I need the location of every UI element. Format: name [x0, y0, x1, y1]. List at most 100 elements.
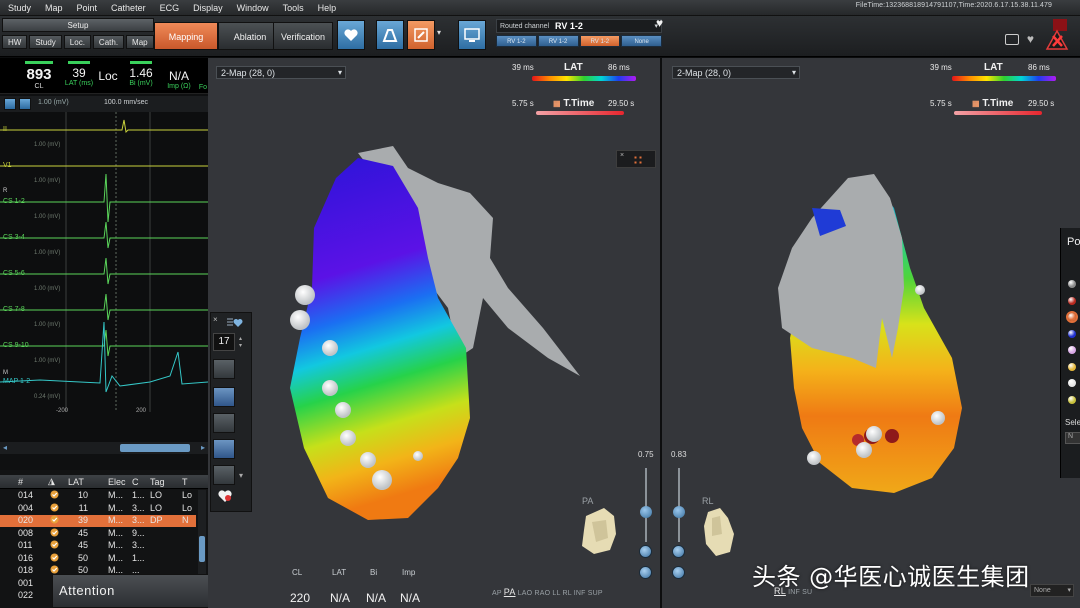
recorder-icon[interactable] [1004, 33, 1019, 45]
setup-loc-button[interactable]: Loc. [63, 35, 91, 49]
zoom-value-1: 0.75 [638, 450, 654, 459]
orientation-heart-icon-2[interactable] [698, 504, 742, 560]
point-type-dot[interactable] [1068, 329, 1076, 338]
setup-hw-button[interactable]: HW [2, 35, 28, 49]
view-lao[interactable]: LAO [518, 590, 533, 597]
menu-point[interactable]: Point [70, 3, 105, 13]
table-row[interactable]: 011 45 M... 3... [0, 540, 196, 552]
routed-tab-2[interactable]: RV 1-2 [537, 35, 579, 47]
mapping-button[interactable]: Mapping [154, 22, 218, 50]
ecg-channel-label: CS 1-2 [3, 198, 25, 205]
zoom-reset-button-2[interactable] [672, 566, 685, 579]
heart-tool-button[interactable] [337, 20, 365, 50]
menu-map[interactable]: Map [38, 3, 70, 13]
points-side-field[interactable]: N [1065, 432, 1080, 444]
point-type-dot[interactable] [1068, 346, 1076, 354]
bottom-cl-label: CL [292, 568, 303, 577]
map-side-tools: × 17 ▴ ▾ ▾ [210, 312, 252, 512]
setup-cath-button[interactable]: Cath. [92, 35, 125, 49]
table-row[interactable]: 020 39 M... 3... DP N [0, 515, 196, 527]
menu-display[interactable]: Display [186, 3, 230, 13]
lungs-icon[interactable]: ◮ [48, 476, 55, 487]
ecg-scrollbar[interactable]: ◂ ▸ [0, 442, 208, 454]
side-close-icon[interactable]: × [213, 315, 218, 324]
zoom-slider-knob-2[interactable] [673, 506, 685, 518]
none-dropdown[interactable]: None ▾ [1030, 584, 1074, 597]
menu-tools[interactable]: Tools [276, 3, 311, 13]
ecg-channel-scale: 1.00 (mV) [34, 214, 61, 220]
dropdown-chevron-icon[interactable]: ▾ [437, 28, 441, 37]
table-row[interactable]: 014 10 M... 1... LO Lo [0, 490, 196, 502]
setup-map-button[interactable]: Map [126, 35, 154, 49]
setup-study-button[interactable]: Study [29, 35, 62, 49]
side-blank-button[interactable] [213, 413, 235, 433]
routed-channel: Routed channel RV 1-2 ▾ RV 1-2 RV 1-2 RV… [496, 19, 662, 51]
ecg-scroll-thumb[interactable] [120, 444, 190, 452]
zoom-reset-button-1[interactable] [639, 566, 652, 579]
side-layer-button[interactable] [213, 465, 235, 485]
ecg-channel-label: CS 5-6 [3, 270, 25, 277]
verification-button[interactable]: Verification [273, 22, 333, 50]
zoom-slider-track-2[interactable] [678, 468, 680, 542]
view-rao[interactable]: RAO [534, 590, 550, 597]
view-sup[interactable]: SUP [588, 590, 603, 597]
ecg-toolbar: 1.00 (mV) 100.0 mm/sec [0, 96, 208, 112]
view-rl[interactable]: RL [562, 590, 571, 597]
routed-tab-none[interactable]: None [621, 35, 662, 47]
setup-group: Setup HW Study Loc. Cath. Map [2, 18, 154, 54]
routed-tab-3[interactable]: RV 1-2 [579, 35, 621, 47]
ecg-traces[interactable]: II 1.00 (mV) V1 1.00 (mV) CS 1-2 1.00 (mV) CS … [0, 112, 209, 442]
setup-label[interactable]: Setup [2, 18, 154, 32]
side-pencil-button[interactable] [213, 387, 235, 407]
point-type-dot[interactable] [1068, 296, 1076, 305]
menu-ecg[interactable]: ECG [153, 3, 187, 13]
menu-study[interactable]: Study [0, 3, 38, 13]
side-target-button[interactable] [213, 439, 235, 459]
side-count[interactable]: 17 [213, 333, 235, 351]
heart-outline-icon[interactable]: ♥ [1027, 32, 1034, 46]
table-row[interactable]: 008 45 M... 9... [0, 528, 196, 540]
point-type-dot[interactable] [1068, 395, 1076, 404]
zoom-down-button-1[interactable] [639, 545, 652, 558]
view-ap[interactable]: AP [492, 590, 502, 597]
heart-list-icon[interactable] [225, 315, 243, 327]
side-dropdown-icon[interactable]: ▾ [239, 471, 243, 480]
map-viewport-1[interactable]: 2-Map (28, 0) ▾ 39 ms LAT 86 ms 5.75 s ▦… [208, 58, 660, 608]
ecg-channel-label: CS 7-8 [3, 306, 25, 313]
view-ll[interactable]: LL [552, 590, 560, 597]
ecg-caliper-button[interactable] [19, 98, 31, 110]
monitor-tool-button[interactable] [458, 20, 486, 50]
count-spinner-icon[interactable]: ▴ ▾ [239, 335, 242, 349]
annotation-tool-button[interactable] [407, 20, 435, 50]
view-inf[interactable]: INF [574, 590, 586, 597]
map-viewport-2[interactable]: 2-Map (28, 0) ▾ 39 ms LAT 86 ms 5.75 s ▦… [662, 58, 1080, 608]
table-row[interactable]: 004 11 M... 3... LO Lo [0, 503, 196, 515]
ecg-channel-scale: 1.00 (mV) [34, 322, 61, 328]
check-icon [50, 515, 59, 526]
point-type-dot[interactable] [1068, 379, 1076, 387]
menu-window[interactable]: Window [230, 3, 276, 13]
zoom-down-button-2[interactable] [672, 545, 685, 558]
menu-help[interactable]: Help [311, 3, 344, 13]
point-type-dot[interactable] [1068, 280, 1076, 288]
points-side-panel[interactable]: Po Sele N [1060, 228, 1080, 478]
point-type-dot[interactable] [1066, 311, 1078, 323]
side-heart-icon[interactable] [217, 489, 233, 503]
bottom-bi-label: Bi [370, 568, 378, 577]
table-row[interactable]: 016 50 M... 1... [0, 553, 196, 565]
scroll-right-icon[interactable]: ▸ [201, 443, 205, 452]
routed-tab-1[interactable]: RV 1-2 [496, 35, 537, 47]
point-type-dot[interactable] [1068, 362, 1076, 371]
ecg-zoom-button[interactable] [4, 98, 16, 110]
shape-tool-button[interactable] [376, 20, 404, 50]
scroll-left-icon[interactable]: ◂ [3, 443, 7, 452]
points-scrollbar[interactable] [198, 490, 206, 586]
side-grid-button[interactable] [213, 359, 235, 379]
orientation-heart-icon-1[interactable] [576, 504, 624, 560]
ecg-marker-r: R [3, 188, 8, 194]
menu-catheter[interactable]: Catheter [104, 3, 153, 13]
zoom-slider-track-1[interactable] [645, 468, 647, 542]
view-pa[interactable]: PA [504, 587, 516, 597]
zoom-slider-knob-1[interactable] [640, 506, 652, 518]
alert-indicator[interactable] [1044, 16, 1070, 54]
